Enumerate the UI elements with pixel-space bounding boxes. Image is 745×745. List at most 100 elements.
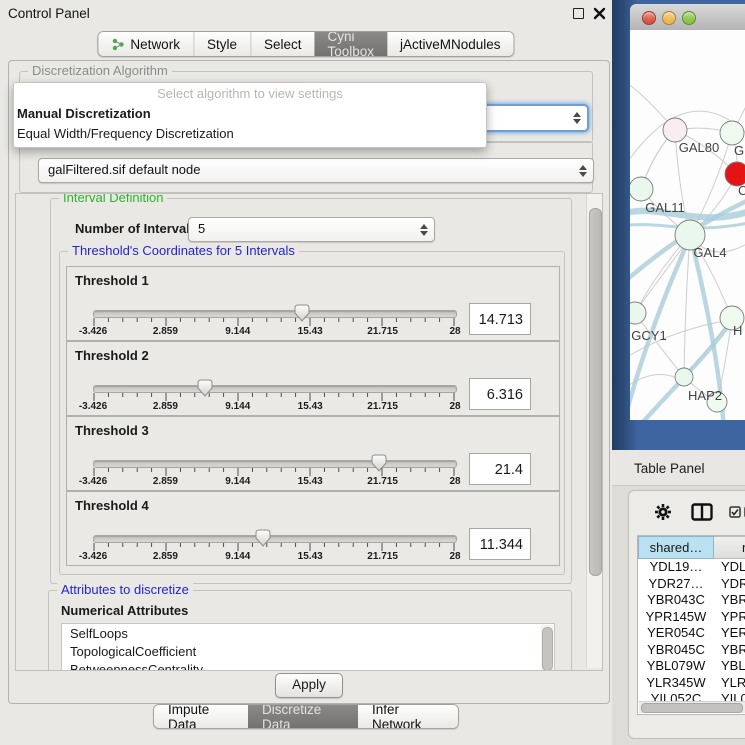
gear-icon[interactable] [654, 503, 672, 524]
cell-name[interactable]: YDR27… [714, 576, 745, 593]
network-node-label: GAL80 [679, 140, 719, 155]
dropdown-item-manual-discretization[interactable]: Manual Discretization [14, 105, 486, 125]
slider-tick-label: 21.715 [367, 326, 398, 337]
maximize-traffic-light-icon[interactable] [682, 11, 696, 25]
attribute-list-item[interactable]: SelfLoops [62, 624, 554, 642]
attributes-group: Attributes to discretize Numerical Attri… [48, 590, 572, 671]
table-header-row: shared… name [638, 536, 745, 559]
slider-tick-label: -3.426 [79, 551, 107, 562]
cell-shared-name[interactable]: YPR145W [638, 609, 714, 626]
attribute-list-item[interactable]: BetweennessCentrality [62, 660, 554, 671]
table-row[interactable]: YER054CYER054C [638, 625, 745, 642]
table-row[interactable]: YLR345WYLR345W [638, 675, 745, 692]
tab-label: jActiveMNodules [400, 37, 501, 52]
scrollbar-thumb[interactable] [641, 703, 743, 713]
group-legend: Attributes to discretize [57, 582, 193, 597]
cell-shared-name[interactable]: YBR043C [638, 592, 714, 609]
threshold-value-field[interactable]: 11.344 [469, 528, 531, 560]
dropdown-item-equal-width-frequency[interactable]: Equal Width/Frequency Discretization [14, 125, 486, 145]
number-of-intervals-label: Number of Intervals [75, 221, 197, 236]
algorithm-dropdown-popup: Select algorithm to view settings Manual… [13, 82, 487, 148]
tab-style[interactable]: Style [193, 32, 250, 56]
table-row[interactable]: YDL19…YDL19… [638, 559, 745, 576]
tab-network[interactable]: Network [98, 32, 193, 56]
table-row[interactable]: YPR145WYPR145W [638, 609, 745, 626]
table-row[interactable]: YBR045CYBR045C [638, 642, 745, 659]
network-node[interactable] [720, 121, 744, 145]
table-toolbar [629, 491, 745, 533]
table-panel-body: shared… name YDL19…YDL19…YDR27…YDR27…YBR… [628, 490, 745, 739]
tab-jactivemnodules[interactable]: jActiveMNodules [387, 32, 514, 56]
cell-name[interactable]: YLR345W [714, 675, 745, 692]
close-icon[interactable] [593, 7, 606, 20]
slider-track[interactable] [93, 535, 457, 543]
network-window-titlebar[interactable] [630, 4, 745, 31]
dropdown-hint: Select algorithm to view settings [14, 83, 486, 105]
tab-discretize-data[interactable]: Discretize Data [248, 705, 358, 728]
vertical-scrollbar[interactable] [586, 194, 602, 668]
tab-infer-network[interactable]: Infer Network [358, 705, 458, 728]
network-node[interactable] [663, 118, 687, 142]
scrollbar-thumb[interactable] [542, 627, 553, 671]
cell-name[interactable]: YBL079W [714, 658, 745, 675]
network-node-label: GAL11 [645, 200, 685, 215]
table-row[interactable]: YBL079WYBL079W [638, 658, 745, 675]
slider-track[interactable] [93, 460, 457, 468]
panel-title: Control Panel [8, 6, 90, 21]
cell-name[interactable]: YDL19… [714, 559, 745, 576]
cell-shared-name[interactable]: YER054C [638, 625, 714, 642]
threshold-value-field[interactable]: 6.316 [469, 378, 531, 410]
horizontal-scrollbar[interactable] [639, 701, 745, 713]
tab-label: Cyni Toolbox [327, 31, 374, 57]
network-node[interactable] [630, 177, 653, 201]
slider-track[interactable] [93, 385, 457, 393]
scrollbar-thumb[interactable] [589, 208, 602, 576]
network-node[interactable] [675, 368, 693, 386]
close-traffic-light-icon[interactable] [642, 11, 656, 25]
cell-name[interactable]: YPR145W [714, 609, 745, 626]
attribute-list-item[interactable]: TopologicalCoefficient [62, 642, 554, 660]
float-window-icon[interactable] [573, 8, 584, 19]
numerical-attributes-label: Numerical Attributes [61, 603, 188, 618]
settings-scroll-area: Interval Definition Number of Intervals … [15, 193, 603, 671]
cell-name[interactable]: YER054C [714, 625, 745, 642]
cell-shared-name[interactable]: YBL079W [638, 658, 714, 675]
tab-label: Network [130, 37, 180, 52]
list-scrollbar[interactable] [541, 625, 553, 671]
apply-button[interactable]: Apply [275, 673, 343, 698]
cell-name[interactable]: YBR045C [714, 642, 745, 659]
cell-shared-name[interactable]: YDL19… [638, 559, 714, 576]
cell-shared-name[interactable]: YDR27… [638, 576, 714, 593]
network-node[interactable] [630, 302, 646, 324]
table-row[interactable]: YBR043CYBR043C [638, 592, 745, 609]
threshold-value-field[interactable]: 21.4 [469, 453, 531, 485]
network-edge[interactable] [684, 235, 690, 377]
column-header-shared-name[interactable]: shared… [638, 536, 714, 559]
slider-tick-label: 21.715 [367, 401, 398, 412]
tab-select[interactable]: Select [250, 32, 315, 56]
split-view-icon[interactable] [691, 503, 713, 524]
checkbox-checked-icon[interactable] [729, 506, 741, 521]
slider-tick-label: 21.715 [367, 476, 398, 487]
minimize-traffic-light-icon[interactable] [662, 11, 676, 25]
tab-impute-data[interactable]: Impute Data [154, 705, 248, 728]
tab-cyni-toolbox[interactable]: Cyni Toolbox [314, 32, 387, 56]
control-panel: Control Panel Network Style Select Cyni … [0, 0, 612, 745]
network-view-canvas[interactable]: GAL80GCGAL11GAL4GCY1HHAP2 [630, 30, 745, 420]
table-row[interactable]: YDR27…YDR27… [638, 576, 745, 593]
network-edge[interactable] [635, 313, 684, 377]
column-header-name[interactable]: name [714, 536, 745, 559]
cell-shared-name[interactable]: YLR345W [638, 675, 714, 692]
slider-tick-label: 15.43 [298, 551, 323, 562]
slider-tick-label: 2.859 [153, 401, 178, 412]
threshold-value-field[interactable]: 14.713 [469, 303, 531, 335]
attributes-list[interactable]: SelfLoopsTopologicalCoefficientBetweenne… [61, 623, 555, 671]
table-data-combo[interactable]: galFiltered.sif default node [38, 158, 594, 183]
cell-name[interactable]: YBR043C [714, 592, 745, 609]
node-table[interactable]: shared… name YDL19…YDL19…YDR27…YDR27…YBR… [637, 535, 745, 715]
top-tab-bar: Network Style Select Cyni Toolbox jActiv… [97, 31, 514, 57]
slider-track[interactable] [93, 310, 457, 318]
cell-shared-name[interactable]: YBR045C [638, 642, 714, 659]
slider-scale-labels: -3.4262.8599.14415.4321.71528 [93, 401, 455, 413]
number-of-intervals-combo[interactable]: 5 [188, 217, 435, 242]
